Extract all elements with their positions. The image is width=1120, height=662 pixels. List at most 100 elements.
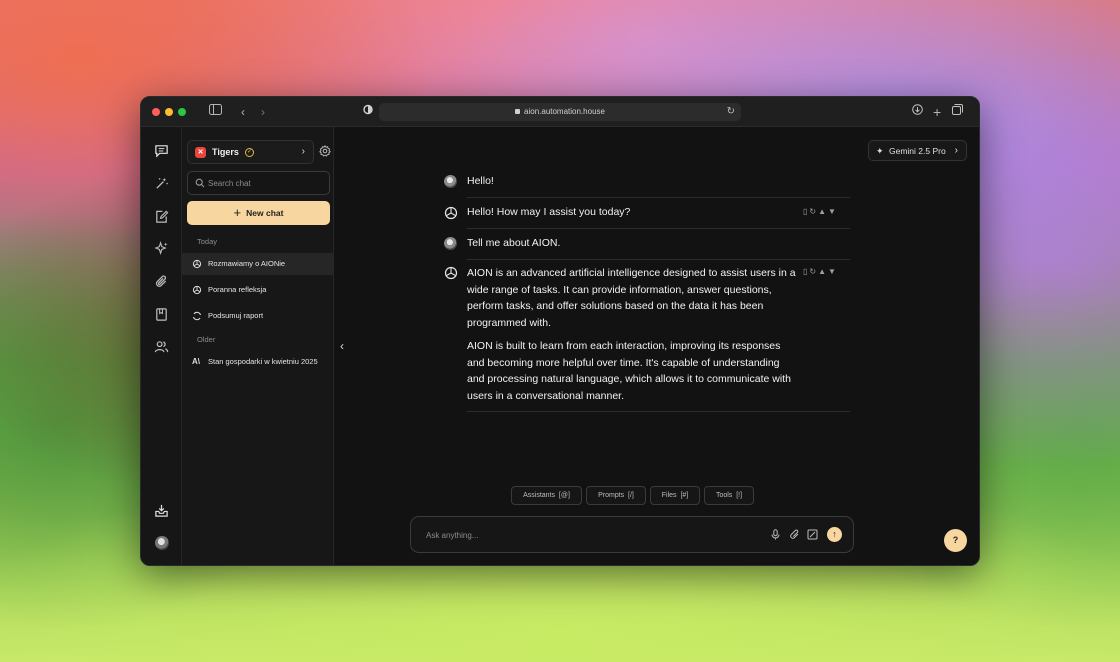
chat-list-item[interactable]: A\ Stan gospodarki w kwietniu 2025 (182, 351, 333, 373)
chat-list-item[interactable]: Rozmawiamy o AIONie (182, 253, 333, 275)
verified-icon: ✓ (245, 148, 254, 157)
message-assistant: Hello! How may I assist you today? ▯↻▲▼ (444, 206, 850, 232)
chip-label: Prompts (598, 492, 625, 499)
assistants-chip[interactable]: Assistants [@] (511, 486, 582, 505)
thumbs-up-icon[interactable]: ▲ (818, 207, 828, 216)
chat-list-item[interactable]: Poranna refleksja (182, 279, 333, 301)
sparkles-icon[interactable] (154, 241, 169, 256)
prompts-chip[interactable]: Prompts [/] (586, 486, 646, 505)
team-name: Tigers (212, 147, 239, 157)
openai-icon (444, 206, 458, 220)
thumbs-up-icon[interactable]: ▲ (818, 267, 828, 276)
downloads-icon[interactable] (912, 104, 923, 115)
magic-wand-icon[interactable] (154, 176, 169, 191)
chat-main: ‹ ✦ Gemini 2.5 Pro › Hello! Hello! How m… (335, 127, 979, 565)
chip-shortcut: [/] (628, 492, 634, 499)
privacy-shield-icon[interactable] (363, 104, 373, 115)
chat-list-item[interactable]: Podsumuj raport (182, 305, 333, 327)
regenerate-icon[interactable]: ↻ (809, 207, 818, 216)
model-label: Gemini 2.5 Pro (889, 146, 946, 156)
sidebar-toggle-icon[interactable] (209, 104, 222, 115)
team-selector[interactable]: ✕ Tigers ✓ › (187, 140, 314, 164)
send-button[interactable]: ↑ (827, 527, 842, 542)
message-actions[interactable]: ▯↻▲▼ (803, 267, 838, 276)
new-chat-button[interactable]: + New chat (187, 201, 330, 225)
close-window-button[interactable] (152, 108, 160, 116)
message-text: Tell me about AION. (467, 237, 561, 249)
message-text: Hello! (467, 175, 494, 187)
app-rail (141, 127, 182, 565)
chip-label: Tools (715, 492, 733, 499)
browser-titlebar: ‹ › aion.automation.house ↻ + (141, 97, 979, 127)
thumbs-down-icon[interactable]: ▼ (828, 267, 838, 276)
user-avatar (444, 237, 457, 250)
files-chip[interactable]: Files [#] (650, 486, 700, 505)
chip-shortcut: [@] (558, 492, 570, 499)
search-chat-input[interactable] (208, 175, 326, 191)
message-paragraph: AION is built to learn from each interac… (467, 340, 791, 402)
message-divider (467, 197, 850, 198)
message-composer: ↑ (410, 516, 854, 553)
section-today: Today (197, 237, 218, 246)
chip-shortcut: [#] (680, 492, 689, 499)
sparkle-icon: ✦ (876, 146, 884, 156)
message-assistant: AION is an advanced artificial intellige… (444, 266, 850, 416)
attach-icon[interactable] (789, 529, 800, 540)
user-avatar[interactable] (155, 536, 169, 550)
forward-icon[interactable]: › (261, 104, 265, 120)
openai-icon (192, 285, 202, 295)
openai-icon (192, 259, 202, 269)
chevron-right-icon: › (301, 146, 305, 157)
chevron-right-icon: › (954, 145, 958, 156)
chat-title: Stan gospodarki w kwietniu 2025 (208, 357, 318, 366)
chip-label: Assistants (523, 492, 555, 499)
image-edit-icon[interactable] (807, 529, 818, 540)
microphone-icon[interactable] (770, 529, 781, 540)
message-divider (467, 411, 850, 412)
paperclip-icon[interactable] (154, 274, 169, 289)
regenerate-icon[interactable]: ↻ (809, 267, 818, 276)
message-actions[interactable]: ▯↻▲▼ (803, 207, 838, 216)
help-button[interactable]: ? (944, 529, 967, 552)
chat-title: Rozmawiamy o AIONie (208, 259, 286, 268)
openai-icon (444, 266, 458, 280)
chat-sidebar: ✕ Tigers ✓ › + New chat Today Rozmawiamy … (182, 127, 334, 565)
search-chat (187, 171, 330, 195)
message-input[interactable] (426, 527, 756, 543)
plus-icon: + (233, 205, 242, 220)
chip-label: Files (661, 492, 677, 499)
search-icon (195, 178, 205, 188)
new-chat-label: New chat (246, 208, 284, 218)
lock-icon (515, 109, 521, 115)
chat-title: Podsumuj raport (208, 311, 264, 320)
reload-icon[interactable]: ↻ (727, 103, 735, 121)
tab-overview-icon[interactable] (952, 104, 963, 115)
model-selector[interactable]: ✦ Gemini 2.5 Pro › (868, 140, 967, 161)
section-older: Older (197, 335, 216, 344)
minimize-window-button[interactable] (165, 108, 173, 116)
edit-note-icon[interactable] (154, 209, 169, 224)
book-icon[interactable] (154, 307, 169, 322)
chat-title: Poranna refleksja (208, 285, 267, 294)
message-user: Tell me about AION. (444, 237, 850, 263)
tools-chip[interactable]: Tools [!] (704, 486, 754, 505)
address-bar[interactable]: aion.automation.house ↻ (379, 103, 741, 121)
thumbs-down-icon[interactable]: ▼ (828, 207, 838, 216)
refresh-loop-icon (192, 311, 202, 321)
new-tab-icon[interactable]: + (933, 104, 941, 120)
settings-gear-icon[interactable] (319, 145, 331, 157)
message-divider (467, 228, 850, 229)
chip-shortcut: [!] (736, 492, 743, 499)
maximize-window-button[interactable] (178, 108, 186, 116)
browser-window: ‹ › aion.automation.house ↻ + ✕ Tigers ✓… (140, 96, 980, 566)
download-tray-icon[interactable] (154, 503, 169, 518)
collapse-sidebar-icon[interactable]: ‹ (340, 339, 344, 353)
users-icon[interactable] (154, 339, 169, 354)
message-paragraph: AION is an advanced artificial intellige… (467, 267, 796, 329)
message-divider (467, 259, 850, 260)
message-text: Hello! How may I assist you today? (467, 206, 631, 218)
user-avatar (444, 175, 457, 188)
back-icon[interactable]: ‹ (241, 104, 245, 120)
anthropic-icon: A\ (192, 357, 200, 366)
chat-icon[interactable] (154, 143, 169, 158)
